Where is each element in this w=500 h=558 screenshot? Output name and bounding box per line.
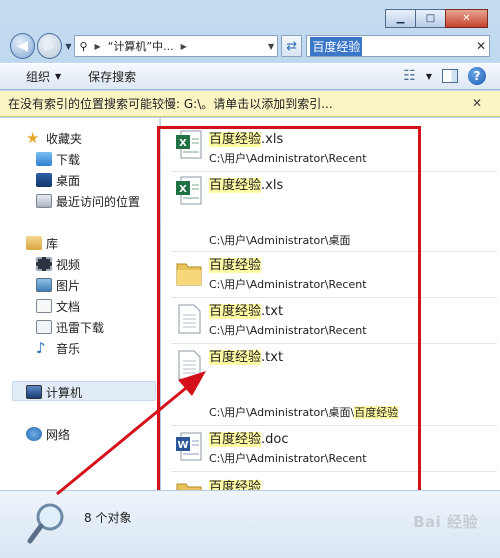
annotation-arrow [56,371,206,496]
explorer-window: ▁ □ ✕ ◀ ▶ ▼ ⚲ ▶ “计算机”中... ▶ ▼ ⇄ 百度经验 ✕ 组… [0,0,500,558]
